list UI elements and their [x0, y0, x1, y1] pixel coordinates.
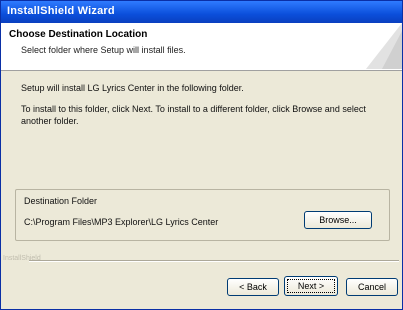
destination-folder-label: Destination Folder	[24, 196, 98, 206]
wizard-graphic-icon	[366, 23, 402, 69]
window-title: InstallShield Wizard	[7, 5, 115, 17]
instruction-text: To install to this folder, click Next. T…	[21, 104, 366, 126]
browse-button[interactable]: Browse...	[304, 211, 372, 229]
back-button[interactable]: < Back	[227, 278, 279, 296]
intro-text: Setup will install LG Lyrics Center in t…	[21, 83, 244, 93]
destination-path: C:\Program Files\MP3 Explorer\LG Lyrics …	[24, 217, 219, 227]
cancel-button[interactable]: Cancel	[346, 278, 398, 296]
next-button[interactable]: Next >	[284, 276, 338, 296]
step-subtitle: Select folder where Setup will install f…	[21, 45, 186, 55]
wizard-header: Choose Destination Location Select folde…	[1, 23, 402, 71]
step-title: Choose Destination Location	[9, 29, 148, 40]
footer-separator	[29, 260, 399, 262]
destination-folder-group: Destination Folder C:\Program Files\MP3 …	[15, 189, 390, 241]
installer-window: InstallShield Wizard Choose Destination …	[0, 0, 403, 310]
title-bar[interactable]: InstallShield Wizard	[1, 1, 402, 23]
